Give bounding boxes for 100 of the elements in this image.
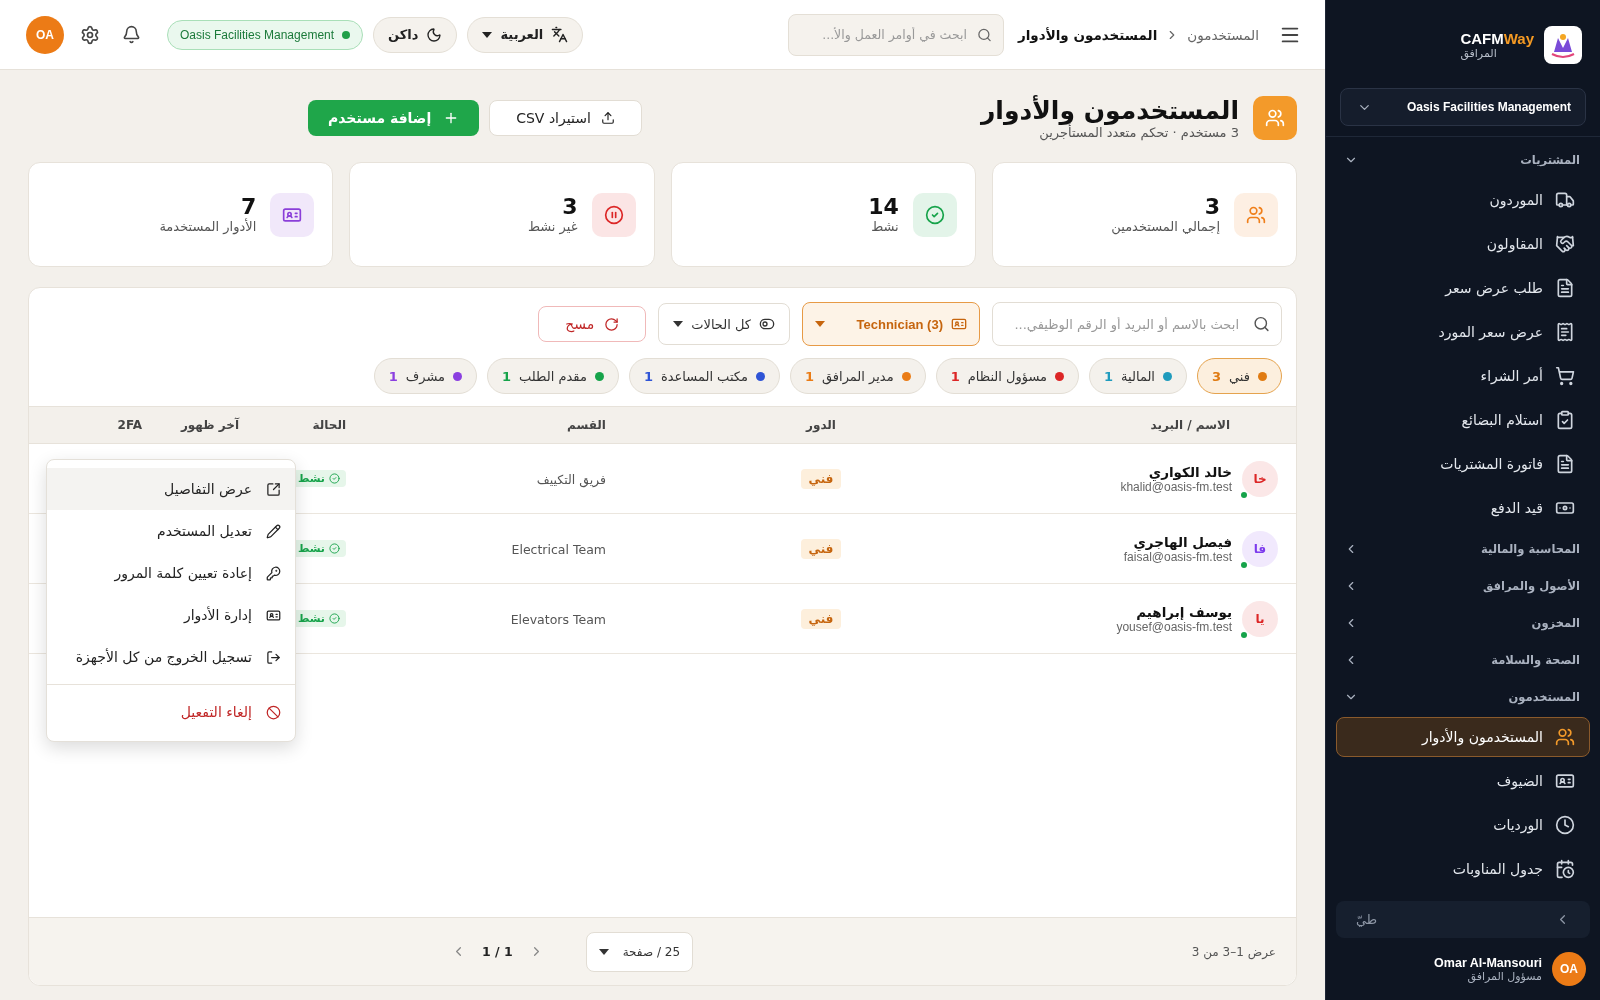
user-role: مسؤول المرافق <box>1467 969 1542 983</box>
truck-icon <box>1555 190 1575 210</box>
table-cell-text: فريق التكييف <box>536 472 607 487</box>
brand-name: CAFMWay <box>1460 30 1534 47</box>
page-subtitle: 3 مستخدم · تحكم متعدد المستأجرين <box>1039 125 1239 140</box>
nav-item[interactable]: طلب عرض سعر <box>1336 268 1590 308</box>
key-icon <box>266 565 281 581</box>
section-header[interactable]: المخزون <box>1326 604 1600 641</box>
results-summary: عرض 1–3 من 3 <box>1191 944 1276 959</box>
ban-icon <box>266 704 281 720</box>
role-tag: فني <box>800 538 842 559</box>
column-header: القسم <box>566 418 607 432</box>
pencil-icon <box>266 523 281 539</box>
user-avatar: يا <box>1242 600 1278 637</box>
user-avatar: فا <box>1242 530 1278 567</box>
organization-badge: Oasis Facilities Management <box>167 19 364 50</box>
user-name: خالد الكواري <box>1148 463 1232 480</box>
user-name: يوسف إبراهيم <box>1135 603 1232 620</box>
logo-icon <box>1544 26 1582 64</box>
nav-item[interactable]: الضيوف <box>1336 761 1590 801</box>
users-icon <box>1253 96 1297 140</box>
stat-label: غير نشط <box>527 219 578 235</box>
search-field[interactable]: ابحث في أوامر العمل والأ... <box>787 13 1004 56</box>
nav-item[interactable]: المستخدمون والأدوار <box>1336 717 1590 757</box>
stat-value: 14 <box>868 194 899 220</box>
menu-item[interactable]: تسجيل الخروج من كل الأجهزة <box>47 636 295 678</box>
user-name: Omar Al-Mansouri <box>1434 955 1542 970</box>
column-header: آخر ظهور <box>179 418 239 432</box>
id-card-icon <box>951 316 967 332</box>
section-header[interactable]: المحاسبة والمالية <box>1326 530 1600 567</box>
stat-value: 3 <box>1203 194 1220 220</box>
section-header[interactable]: المشتريات <box>1326 141 1600 178</box>
breadcrumb-item[interactable]: المستخدمون <box>1187 26 1259 43</box>
search-icon <box>976 27 992 42</box>
user-avatar: خا <box>1242 460 1278 497</box>
language-select[interactable]: العربية <box>467 16 584 53</box>
search-icon <box>1253 315 1270 333</box>
nav-item[interactable]: أمر الشراء <box>1336 356 1590 396</box>
column-header: الاسم / البريد <box>1149 418 1231 432</box>
cart-icon <box>1555 366 1575 386</box>
role-select[interactable]: Technician (3) <box>802 302 980 346</box>
document-icon <box>1555 278 1575 298</box>
nav-item[interactable]: عرض سعر المورد <box>1336 312 1590 352</box>
clock-icon <box>1555 815 1575 835</box>
import-button[interactable]: استيراد CSV <box>489 100 642 136</box>
caret-icon <box>482 31 493 38</box>
table-cell-text: Elevators Team <box>510 612 607 627</box>
open-icon <box>266 481 281 497</box>
stat-value: 3 <box>561 194 578 220</box>
check-circle-icon <box>329 473 340 484</box>
stat-label: الأدوار المستخدمة <box>159 219 257 235</box>
column-header: الحالة <box>311 418 346 432</box>
organization-select[interactable]: Oasis Facilities Management <box>1340 88 1586 126</box>
page-indicator: 1 / 1 <box>482 944 513 959</box>
clear-button[interactable]: مسح <box>538 306 647 342</box>
moon-icon <box>426 26 443 43</box>
upload-icon <box>600 111 615 125</box>
calendar-icon <box>1555 859 1575 879</box>
page-title: المستخدمون والأدوار <box>980 96 1239 125</box>
bell-icon <box>122 25 141 44</box>
translate-icon <box>551 26 569 43</box>
menu-item[interactable]: عرض التفاصيل <box>47 468 295 510</box>
user-email: faisal@oasis-fm.test <box>1123 549 1232 564</box>
id-card-icon <box>1555 771 1575 791</box>
stat-label: نشط <box>870 219 899 235</box>
column-header: 2FA <box>116 418 142 432</box>
collapse-button[interactable]: طيّ <box>1336 901 1590 938</box>
nav-item[interactable]: جدول المناوبات <box>1336 849 1590 889</box>
user-email: khalid@oasis-fm.test <box>1120 479 1232 494</box>
caret-icon <box>673 321 684 327</box>
nav-item[interactable]: استلام البضائع <box>1336 400 1590 440</box>
breadcrumb-item: المستخدمون والأدوار <box>1017 26 1158 43</box>
caret-icon <box>815 321 825 327</box>
section-header[interactable]: الصحة والسلامة <box>1326 641 1600 678</box>
status-select[interactable]: كل الحالات <box>658 303 790 345</box>
table-cell-text: Electrical Team <box>511 542 607 557</box>
section-header[interactable]: المستخدمون <box>1326 678 1600 715</box>
role-tag: فني <box>800 608 842 629</box>
refresh-icon <box>604 316 620 332</box>
menu-item[interactable]: إلغاء التفعيل <box>47 691 295 733</box>
receipt-icon <box>1555 322 1575 342</box>
user-name: فيصل الهاجري <box>1133 533 1232 550</box>
document-icon <box>1555 454 1575 474</box>
nav-item[interactable]: المقاولون <box>1336 224 1590 264</box>
section-header[interactable]: الأصول والمرافق <box>1326 567 1600 604</box>
nav-item[interactable]: الورديات <box>1336 805 1590 845</box>
role-tag: فني <box>800 468 842 489</box>
settings-icon <box>80 24 100 45</box>
nav-item[interactable]: الموردون <box>1336 180 1590 220</box>
nav-item[interactable]: قيد الدفع <box>1336 488 1590 528</box>
user-email: yousef@oasis-fm.test <box>1116 619 1232 634</box>
id-card-icon <box>266 607 281 623</box>
page-size-select[interactable]: 25 / صفحة <box>585 931 694 972</box>
nav-item[interactable]: فاتورة المشتريات <box>1336 444 1590 484</box>
logout-icon <box>266 649 281 665</box>
stat-value: 7 <box>240 194 257 219</box>
theme-toggle[interactable]: داكن <box>373 16 458 53</box>
users-icon <box>1555 727 1575 747</box>
clipboard-check-icon <box>1555 410 1575 430</box>
caret-icon <box>598 948 609 955</box>
